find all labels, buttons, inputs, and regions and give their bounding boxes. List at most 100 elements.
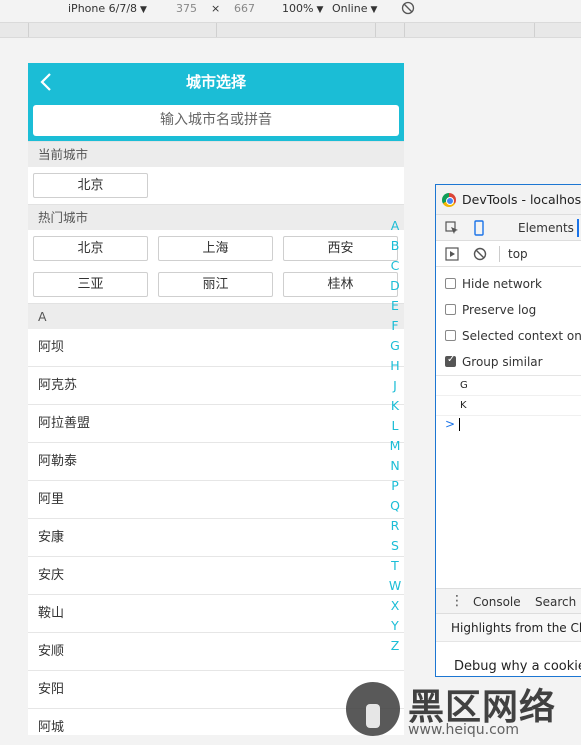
console-message: K (436, 396, 581, 416)
index-letter[interactable]: P (386, 476, 404, 496)
hot-city-button[interactable]: 西安 (283, 236, 398, 261)
chrome-icon (442, 193, 456, 207)
more-options-icon[interactable]: ⋮ (450, 593, 464, 609)
dropdown-caret-icon: ▼ (140, 5, 147, 15)
current-city-button[interactable]: 北京 (33, 173, 148, 198)
option-label: Preserve log (462, 303, 537, 317)
index-letter[interactable]: B (386, 236, 404, 256)
index-letter[interactable]: T (386, 556, 404, 576)
width-input[interactable]: 375 (176, 2, 197, 15)
list-item[interactable]: 安庆 (28, 557, 404, 595)
watermark: 黑区网络 www.heiqu.com (346, 678, 581, 742)
list-item[interactable]: 鞍山 (28, 595, 404, 633)
index-letter[interactable]: M (386, 436, 404, 456)
index-letter[interactable]: J (386, 376, 404, 396)
index-letter[interactable]: N (386, 456, 404, 476)
hot-city-button[interactable]: 三亚 (33, 272, 148, 297)
devtools-titlebar[interactable]: DevTools - localhost: (436, 185, 581, 215)
list-item[interactable]: 阿勒泰 (28, 443, 404, 481)
whats-new-banner: Highlights from the Chro (436, 614, 581, 642)
search-input[interactable]: 输入城市名或拼音 (33, 105, 399, 136)
index-letter[interactable]: F (386, 316, 404, 336)
list-item[interactable]: 阿拉善盟 (28, 405, 404, 443)
drawer-tabbar: ⋮ Console Search (436, 588, 581, 614)
ruler-mark (375, 23, 376, 37)
times-icon: × (211, 2, 221, 15)
index-letter[interactable]: A (386, 216, 404, 236)
index-letter[interactable]: W (386, 576, 404, 596)
ruler-mark (216, 23, 217, 37)
list-item[interactable]: 阿克苏 (28, 367, 404, 405)
option-preserve-log[interactable]: Preserve log (436, 297, 581, 323)
device-toolbar: iPhone 6/7/8 ▼ 375 × 667 100% ▼ Online ▼ (0, 0, 581, 20)
zoom-select[interactable]: 100% ▼ (282, 2, 323, 15)
list-item[interactable]: 阿坝 (28, 329, 404, 367)
context-select[interactable]: top (508, 247, 528, 261)
page-title: 城市选择 (185, 73, 246, 91)
toolbar-divider (499, 246, 500, 262)
ruler-mark (404, 23, 405, 37)
index-letter[interactable]: Y (386, 616, 404, 636)
alphabet-index: A B C D E F G H J K L M N P Q R S T W X … (386, 216, 404, 656)
console-prompt-icon: > (445, 417, 456, 431)
device-toggle-icon[interactable] (473, 220, 485, 236)
index-letter[interactable]: E (386, 296, 404, 316)
option-hide-network[interactable]: Hide network (436, 271, 581, 297)
section-current-city: 当前城市 (28, 141, 404, 167)
network-select[interactable]: Online ▼ (332, 2, 377, 15)
list-item[interactable]: 阿里 (28, 481, 404, 519)
hot-city-button[interactable]: 北京 (33, 236, 148, 261)
devtools-title: DevTools - localhost: (462, 192, 581, 207)
section-hot-cities: 热门城市 (28, 204, 404, 230)
dropdown-caret-icon: ▼ (370, 5, 378, 15)
header: 城市选择 输入城市名或拼音 (28, 63, 404, 141)
tab-divider (577, 219, 579, 237)
sidebar-toggle-icon[interactable] (445, 247, 459, 261)
checkbox[interactable] (445, 330, 456, 341)
section-letter-a: A (28, 303, 404, 329)
option-group-similar[interactable]: Group similar (436, 349, 581, 375)
index-letter[interactable]: R (386, 516, 404, 536)
phone-viewport: 城市选择 输入城市名或拼音 当前城市 北京 热门城市 北京 上海 西安 三亚 丽… (28, 63, 404, 735)
list-item[interactable]: 安康 (28, 519, 404, 557)
media-query-bar[interactable] (0, 22, 581, 38)
height-input[interactable]: 667 (234, 2, 255, 15)
device-select[interactable]: iPhone 6/7/8 ▼ (68, 2, 147, 15)
index-letter[interactable]: L (386, 416, 404, 436)
whats-new-link[interactable]: Debug why a cookie (454, 659, 581, 674)
index-letter[interactable]: D (386, 276, 404, 296)
devtools-tabbar: Elements (436, 215, 581, 241)
index-letter[interactable]: S (386, 536, 404, 556)
network-value: Online (332, 2, 368, 15)
index-letter[interactable]: Z (386, 636, 404, 656)
console-toolbar: top (436, 241, 581, 267)
index-letter[interactable]: Q (386, 496, 404, 516)
tab-elements[interactable]: Elements (518, 221, 574, 235)
drawer-tab-console[interactable]: Console (473, 595, 521, 609)
index-letter[interactable]: K (386, 396, 404, 416)
ruler-mark (28, 23, 29, 37)
highlights-text: Highlights from the Chro (451, 621, 581, 635)
rotate-icon[interactable] (401, 1, 415, 15)
index-letter[interactable]: X (386, 596, 404, 616)
console-input[interactable] (459, 418, 460, 431)
checkbox[interactable] (445, 304, 456, 315)
zoom-value: 100% (282, 2, 314, 15)
index-letter[interactable]: H (386, 356, 404, 376)
index-letter[interactable]: G (386, 336, 404, 356)
hot-city-button[interactable]: 上海 (158, 236, 273, 261)
index-letter[interactable]: C (386, 256, 404, 276)
option-label: Group similar (462, 355, 543, 369)
checkbox-checked[interactable] (445, 354, 456, 367)
dropdown-caret-icon: ▼ (316, 5, 324, 15)
drawer-tab-search[interactable]: Search (535, 595, 576, 609)
inspect-element-icon[interactable] (445, 221, 459, 235)
hot-city-button[interactable]: 桂林 (283, 272, 398, 297)
checkbox[interactable] (445, 278, 456, 289)
watermark-url: www.heiqu.com (408, 722, 520, 738)
hot-city-button[interactable]: 丽江 (158, 272, 273, 297)
clear-console-icon[interactable] (473, 247, 487, 261)
list-item[interactable]: 安顺 (28, 633, 404, 671)
screen: iPhone 6/7/8 ▼ 375 × 667 100% ▼ Online ▼ 城市… (0, 0, 581, 745)
option-selected-context-only[interactable]: Selected context only (436, 323, 581, 349)
